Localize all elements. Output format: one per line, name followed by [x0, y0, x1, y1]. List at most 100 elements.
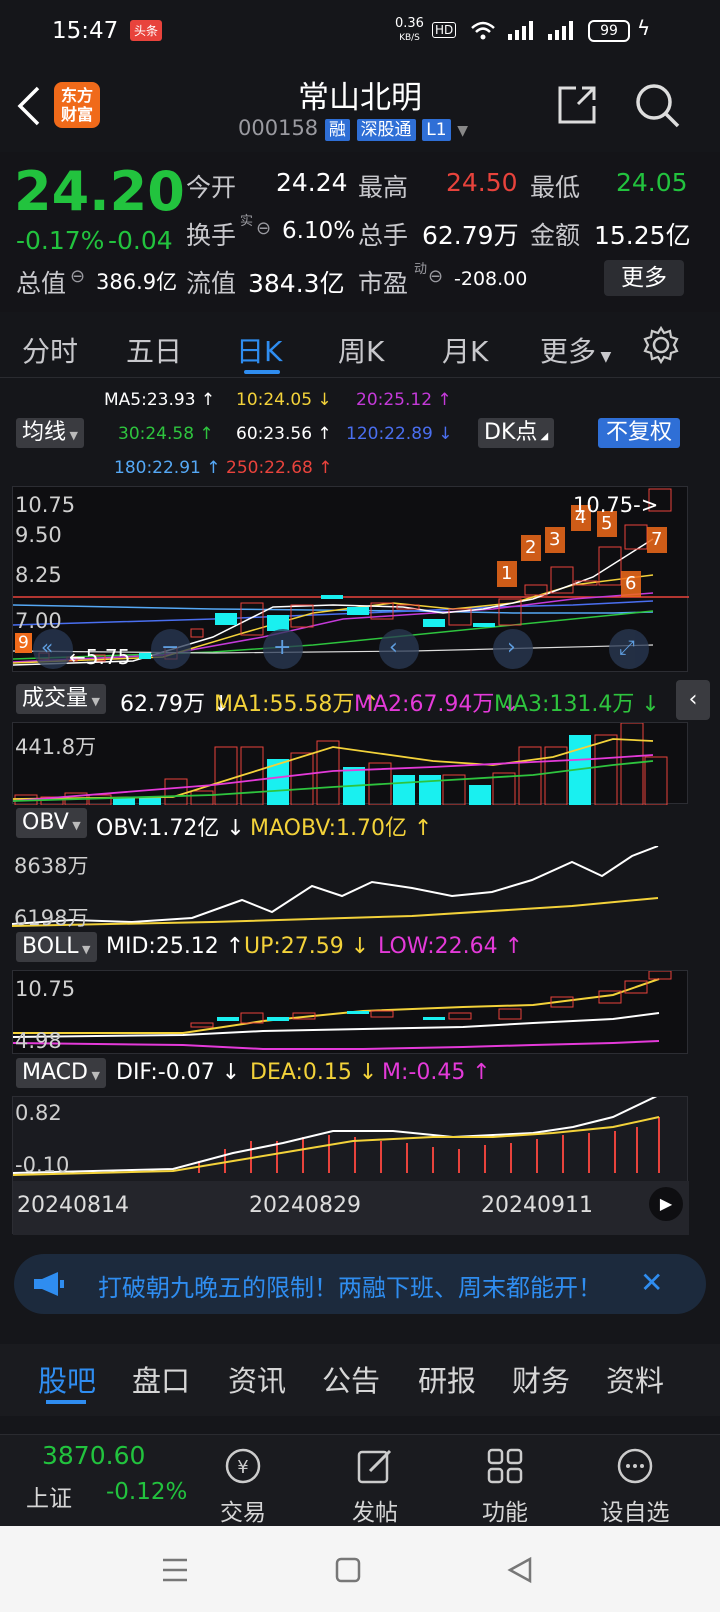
collapse-panel-button[interactable]: ‹	[676, 680, 710, 720]
info-icon-3[interactable]: ⊖	[428, 266, 443, 287]
tab-handicap[interactable]: 盘口	[132, 1358, 190, 1400]
macd-dea-label: DEA:0.15 ↓	[250, 1060, 378, 1085]
scroll-right-icon[interactable]: ›	[507, 635, 516, 660]
vol-ma2-line	[13, 754, 654, 802]
candle	[321, 595, 343, 599]
dk-point-button[interactable]: DK点 ◢	[478, 418, 555, 448]
trade-button[interactable]: ¥ 交易	[188, 1445, 298, 1527]
search-icon[interactable]	[634, 82, 682, 130]
fullscreen-icon[interactable]: ⤢	[619, 635, 635, 659]
macd-y-top: 0.82	[15, 1101, 62, 1125]
ma180-label: 180:22.91 ↑	[114, 458, 221, 478]
boll-low-line	[13, 1040, 660, 1050]
volume-bar	[164, 778, 188, 805]
ma30-label: 30:24.58 ↑	[118, 424, 214, 444]
tab-intraday[interactable]: 分时	[22, 330, 78, 370]
megaphone-icon	[34, 1272, 64, 1296]
status-time: 15:47	[52, 18, 119, 44]
function-button[interactable]: 功能	[450, 1445, 560, 1527]
index-change[interactable]: -0.12%	[106, 1479, 187, 1505]
zoom-plus-icon[interactable]: +	[273, 635, 291, 660]
date-label-3: 20240911	[481, 1193, 593, 1218]
tab-profile[interactable]: 资料	[606, 1358, 664, 1400]
obv-svg	[12, 846, 659, 927]
high-label: 最高	[358, 173, 409, 202]
macd-dif-label: DIF:-0.07 ↓	[116, 1060, 241, 1085]
ma-selector[interactable]: 均线 ▼	[16, 418, 84, 448]
add-watchlist-button[interactable]: 设自选	[580, 1445, 690, 1527]
zoom-out-icon[interactable]: «	[41, 635, 53, 659]
tab-guba[interactable]: 股吧	[38, 1358, 96, 1400]
tab-research[interactable]: 研报	[418, 1358, 476, 1400]
boll-up-line	[13, 978, 660, 1034]
post-button[interactable]: 发帖	[320, 1445, 430, 1527]
low-label: 最低	[530, 173, 581, 202]
obv-chart[interactable]: 8638万 6198万	[12, 846, 688, 930]
signal-icon-2	[548, 21, 573, 40]
float-value: 384.3亿	[248, 269, 345, 298]
tab-news[interactable]: 资讯	[228, 1358, 286, 1400]
volume-bar	[469, 785, 491, 805]
volume-chart[interactable]: 441.8万	[12, 722, 688, 805]
close-icon[interactable]: ✕	[640, 1266, 663, 1299]
share-icon[interactable]	[556, 84, 598, 126]
tab-monthly-k[interactable]: 月K	[442, 330, 488, 370]
signal-label-3: 3	[549, 529, 561, 550]
signal-label-4: 4	[575, 507, 587, 528]
pe-label: 市盈	[358, 269, 409, 298]
volume-bar	[290, 752, 314, 805]
settings-gear-icon[interactable]	[642, 326, 680, 364]
tab-more[interactable]: 更多 ▼	[540, 330, 611, 370]
kline-chart[interactable]: 10.75 9.50 8.25 7.00 9 ←5.75 10.75-> 1 2…	[12, 486, 689, 672]
change-pct: -0.17%	[16, 226, 105, 255]
index-value[interactable]: 3870.60	[42, 1441, 145, 1470]
tab-five-day[interactable]: 五日	[126, 330, 182, 370]
trade-label: 交易	[220, 1500, 266, 1526]
boll-candle	[217, 1017, 239, 1021]
promo-banner[interactable]: 打破朝九晚五的限制！两融下班、周末都能开！ ✕	[14, 1254, 706, 1314]
restore-rights-button[interactable]: 不复权	[598, 418, 681, 448]
tab-daily-k[interactable]: 日K	[236, 330, 282, 370]
boll-candle	[190, 1022, 214, 1028]
signal-label-6: 6	[625, 573, 637, 594]
play-icon[interactable]: ▶	[649, 1187, 683, 1221]
macd-y-bot: -0.10	[15, 1153, 70, 1177]
change-value: -0.04	[108, 226, 173, 255]
stock-name: 常山北明	[298, 80, 422, 116]
zoom-minus-icon[interactable]: −	[161, 635, 179, 660]
info-icon-2[interactable]: ⊖	[70, 266, 85, 287]
macd-selector[interactable]: MACD ▼	[16, 1058, 106, 1088]
volume-bar	[594, 734, 618, 805]
nav-back-icon[interactable]	[506, 1556, 534, 1584]
boll-candles	[190, 971, 672, 1028]
header-bar: 东方 财富 常山北明 000158 融 深股通 L1 ▼	[0, 64, 720, 152]
info-icon[interactable]: ⊖	[256, 218, 271, 239]
boll-svg	[13, 971, 672, 1050]
period-tabs: 分时 五日 日K 周K 月K 更多 ▼	[0, 312, 720, 378]
obv-line	[12, 846, 659, 925]
home-icon[interactable]	[334, 1556, 362, 1584]
boll-selector[interactable]: BOLL ▼	[16, 932, 97, 962]
function-label: 功能	[482, 1500, 528, 1526]
pe-value: -208.00	[454, 268, 528, 290]
index-name[interactable]: 上证	[26, 1479, 72, 1513]
obv-selector[interactable]: OBV ▼	[16, 808, 87, 838]
boll-candle	[498, 1008, 522, 1020]
signal-label-5: 5	[601, 513, 613, 534]
system-nav-bar	[0, 1526, 720, 1612]
macd-chart[interactable]: 0.82 -0.10 20240814 20240829 20240911 ▶	[12, 1096, 689, 1235]
menu-icon[interactable]	[160, 1556, 190, 1584]
volume-selector[interactable]: 成交量 ▼	[16, 684, 106, 714]
more-button[interactable]: 更多	[604, 260, 684, 296]
tab-announcement[interactable]: 公告	[322, 1358, 380, 1400]
candle	[215, 613, 237, 625]
amount-label: 金额	[530, 221, 581, 250]
boll-chart[interactable]: 10.75 4.98	[12, 970, 688, 1054]
volume-bar	[214, 746, 238, 805]
tab-weekly-k[interactable]: 周K	[338, 330, 384, 370]
dropdown-icon[interactable]: ▼	[457, 123, 468, 139]
pe-sup: 动	[414, 262, 428, 277]
last-price: 24.20	[14, 160, 185, 223]
scroll-left-icon[interactable]: ‹	[389, 635, 398, 660]
tab-finance[interactable]: 财务	[512, 1358, 570, 1400]
